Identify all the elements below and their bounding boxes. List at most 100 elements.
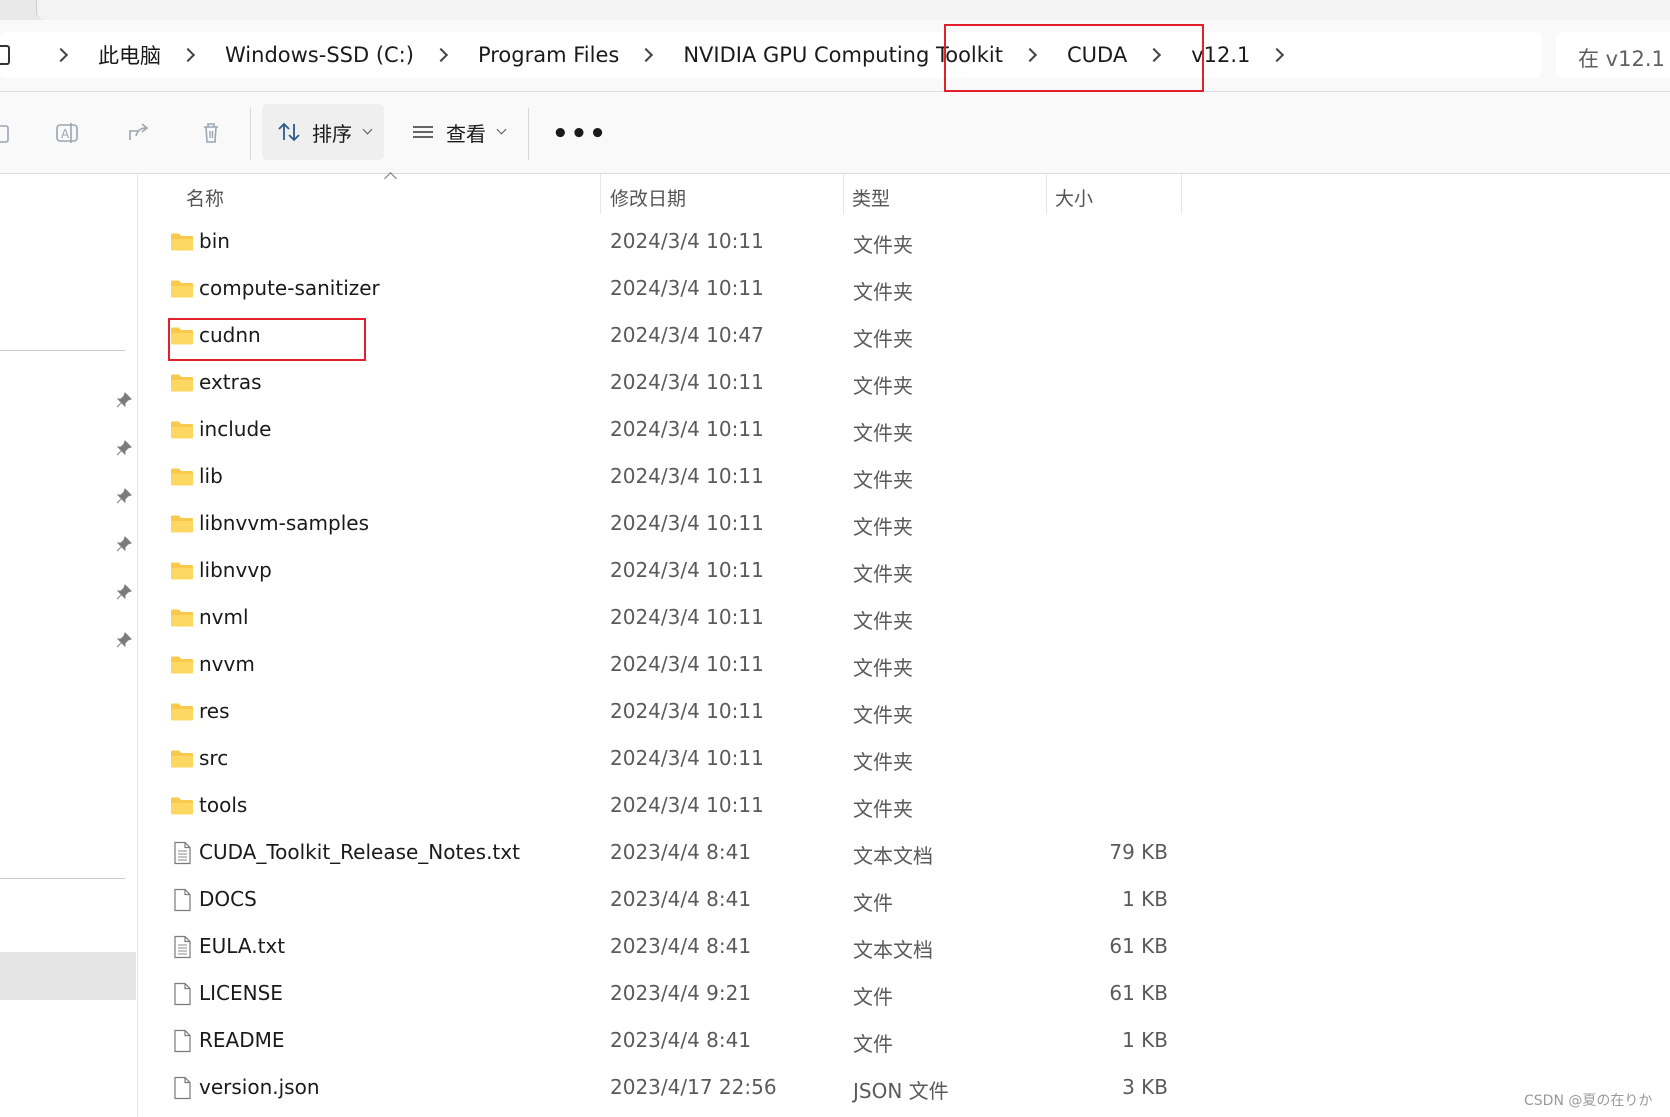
file-date: 2023/4/4 9:21: [610, 981, 752, 1005]
sidebar-item-selected[interactable]: [0, 952, 136, 1000]
file-date: 2024/3/4 10:11: [610, 605, 764, 629]
file-row[interactable]: nvvm 2024/3/4 10:11 文件夹: [138, 641, 1138, 688]
path-highlight-box: [944, 24, 1204, 92]
file-row[interactable]: README 2023/4/4 8:41 文件 1 KB: [138, 1017, 1168, 1064]
file-name: DOCS: [199, 887, 257, 911]
folder-icon: [170, 559, 194, 583]
column-header-date[interactable]: 修改日期: [610, 184, 686, 211]
active-tab[interactable]: [36, 0, 1670, 20]
breadcrumb-item-drive[interactable]: Windows-SSD (C:): [225, 43, 414, 67]
folder-icon: [170, 371, 194, 395]
file-name: nvml: [199, 605, 249, 629]
file-row[interactable]: version.json 2023/4/17 22:56 JSON 文件 3 KB: [138, 1064, 1168, 1111]
file-type: 文件夹: [853, 280, 913, 304]
file-type: 文本文档: [853, 938, 933, 962]
navigation-pane: [0, 174, 138, 1117]
pin-icon[interactable]: [116, 440, 132, 456]
file-row[interactable]: nvml 2024/3/4 10:11 文件夹: [138, 594, 1138, 641]
column-separator[interactable]: [1181, 174, 1182, 214]
file-icon: [170, 1076, 194, 1100]
file-type: 文件夹: [853, 797, 913, 821]
file-date: 2024/3/4 10:11: [610, 793, 764, 817]
file-row[interactable]: bin 2024/3/4 10:11 文件夹: [138, 218, 1138, 265]
file-row[interactable]: tools 2024/3/4 10:11 文件夹: [138, 782, 1138, 829]
file-row[interactable]: compute-sanitizer 2024/3/4 10:11 文件夹: [138, 265, 1138, 312]
file-list: 名称 修改日期 类型 大小 bin 2024/3/4 10:11 文件夹 comput…: [138, 172, 1670, 1117]
pin-icon[interactable]: [116, 392, 132, 408]
column-separator[interactable]: [1046, 174, 1047, 214]
file-icon: [170, 888, 194, 912]
file-date: 2023/4/17 22:56: [610, 1075, 777, 1099]
pin-icon[interactable]: [116, 632, 132, 648]
chevron-right-icon[interactable]: [639, 47, 654, 63]
computer-icon[interactable]: [0, 45, 10, 65]
file-date: 2024/3/4 10:11: [610, 464, 764, 488]
file-name: LICENSE: [199, 981, 283, 1005]
chevron-right-icon[interactable]: [53, 47, 69, 63]
file-row[interactable]: libnvvp 2024/3/4 10:11 文件夹: [138, 547, 1138, 594]
sort-label: 排序: [312, 121, 352, 146]
file-date: 2024/3/4 10:11: [610, 276, 764, 300]
file-row[interactable]: include 2024/3/4 10:11 文件夹: [138, 406, 1138, 453]
address-bar[interactable]: 此电脑 Windows-SSD (C:) Program Files NVIDI…: [0, 32, 1542, 78]
file-icon: [170, 982, 194, 1006]
file-row[interactable]: extras 2024/3/4 10:11 文件夹: [138, 359, 1138, 406]
file-type: 文件夹: [853, 562, 913, 586]
file-type: 文件: [853, 1032, 893, 1056]
search-input[interactable]: 在 v12.1 中搜索: [1556, 32, 1670, 78]
file-row[interactable]: CUDA_Toolkit_Release_Notes.txt 2023/4/4 8…: [138, 829, 1168, 876]
file-date: 2024/3/4 10:11: [610, 370, 764, 394]
file-row[interactable]: EULA.txt 2023/4/4 8:41 文本文档 61 KB: [138, 923, 1168, 970]
file-size: 1 KB: [1122, 1028, 1168, 1052]
sidebar-divider: [0, 350, 125, 351]
breadcrumb-item-this-pc[interactable]: 此电脑: [98, 40, 161, 70]
pin-icon[interactable]: [116, 536, 132, 552]
chevron-right-icon[interactable]: [180, 47, 196, 63]
folder-icon: [170, 794, 194, 818]
file-row[interactable]: lib 2024/3/4 10:11 文件夹: [138, 453, 1138, 500]
rename-icon[interactable]: A: [54, 120, 80, 146]
file-type: 文本文档: [853, 844, 933, 868]
column-header-row: 名称 修改日期 类型 大小: [138, 172, 1670, 218]
window-tab-strip: [0, 0, 1670, 20]
file-row[interactable]: LICENSE 2023/4/4 9:21 文件 61 KB: [138, 970, 1168, 1017]
pin-icon[interactable]: [116, 584, 132, 600]
svg-text:A: A: [61, 127, 70, 141]
breadcrumb-item-program-files[interactable]: Program Files: [478, 43, 619, 67]
file-name: res: [199, 699, 230, 723]
file-date: 2023/4/4 8:41: [610, 840, 752, 864]
more-options-button[interactable]: •••: [552, 121, 608, 147]
file-date: 2023/4/4 8:41: [610, 887, 752, 911]
pin-icon[interactable]: [116, 488, 132, 504]
file-row[interactable]: src 2024/3/4 10:11 文件夹: [138, 735, 1138, 782]
copy-icon[interactable]: [0, 120, 16, 146]
share-icon[interactable]: [126, 120, 152, 146]
sort-icon: [278, 122, 300, 142]
column-separator[interactable]: [843, 174, 844, 214]
folder-icon: [170, 512, 194, 536]
file-row[interactable]: DOCS 2023/4/4 8:41 文件 1 KB: [138, 876, 1168, 923]
view-button[interactable]: 查看: [404, 104, 514, 160]
file-name: tools: [199, 793, 248, 817]
file-row[interactable]: res 2024/3/4 10:11 文件夹: [138, 688, 1138, 735]
file-name: CUDA_Toolkit_Release_Notes.txt: [199, 840, 520, 864]
file-type: 文件夹: [853, 374, 913, 398]
file-row[interactable]: libnvvm-samples 2024/3/4 10:11 文件夹: [138, 500, 1138, 547]
file-name: bin: [199, 229, 230, 253]
chevron-right-icon[interactable]: [433, 47, 449, 63]
file-date: 2024/3/4 10:11: [610, 746, 764, 770]
chevron-down-icon: [362, 124, 373, 135]
file-date: 2024/3/4 10:11: [610, 699, 764, 723]
chevron-right-icon[interactable]: [1270, 47, 1285, 63]
file-type: 文件夹: [853, 327, 913, 351]
sort-button[interactable]: 排序: [262, 104, 384, 160]
cudnn-highlight-box: [168, 318, 366, 361]
column-separator[interactable]: [600, 174, 601, 214]
column-header-size[interactable]: 大小: [1055, 184, 1093, 211]
file-size: 79 KB: [1109, 840, 1168, 864]
column-header-name[interactable]: 名称: [186, 184, 224, 211]
delete-icon[interactable]: [198, 120, 224, 146]
column-header-type[interactable]: 类型: [852, 184, 890, 211]
sidebar-divider: [0, 878, 125, 879]
file-date: 2023/4/4 8:41: [610, 1028, 752, 1052]
